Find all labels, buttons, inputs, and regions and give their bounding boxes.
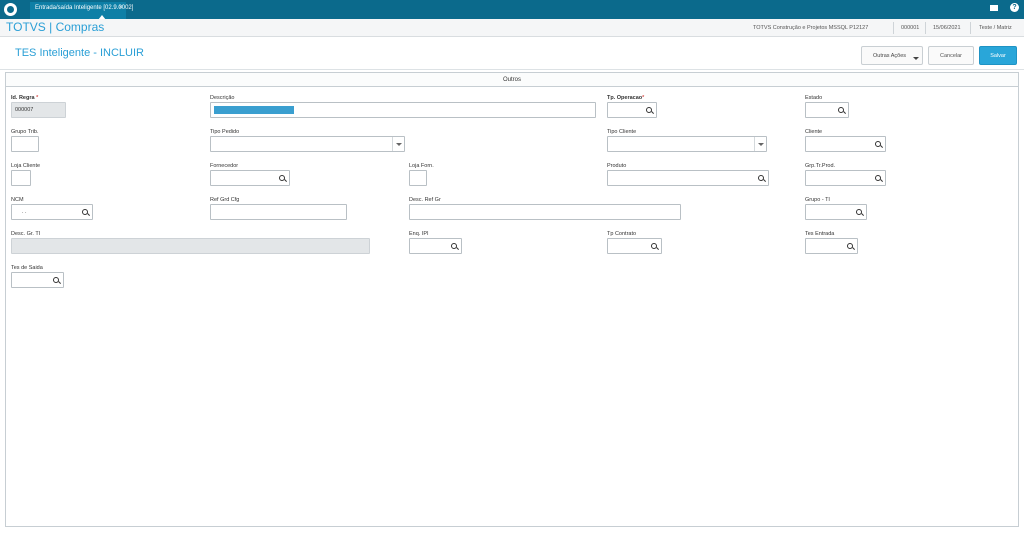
chevron-down-icon: [913, 57, 919, 60]
id-regra-label: Id. Regra *: [11, 95, 38, 101]
company-code: 000001: [901, 25, 920, 31]
tab-close-icon[interactable]: ×: [119, 2, 123, 14]
other-actions-label: Outras Ações: [873, 53, 907, 59]
id-regra-label-text: Id. Regra: [11, 95, 35, 101]
ref-grd-cfg-field[interactable]: [210, 204, 347, 220]
desc-gr-ti-label: Desc. Gr. TI: [11, 231, 41, 237]
required-marker: *: [36, 95, 39, 101]
required-marker: *: [642, 95, 645, 101]
text-selection: [214, 106, 294, 114]
app-brand: TOTVS | Compras: [6, 20, 105, 34]
desc-ref-gr-label: Desc. Ref Gr: [409, 197, 441, 203]
ncm-field[interactable]: . .: [11, 204, 93, 220]
grupo-ti-label: Grupo - TI: [805, 197, 830, 203]
cliente-field[interactable]: [805, 136, 886, 152]
id-regra-value: 000007: [15, 107, 34, 113]
search-icon[interactable]: [847, 243, 853, 249]
divider: [970, 22, 971, 34]
tp-contrato-field[interactable]: [607, 238, 662, 254]
grp-tr-prod-label: Grp.Tr.Prod.: [805, 163, 836, 169]
tipo-cliente-select[interactable]: [607, 136, 767, 152]
save-button[interactable]: Salvar: [979, 46, 1017, 65]
tes-saida-field[interactable]: [11, 272, 64, 288]
grupo-ti-field[interactable]: [805, 204, 867, 220]
info-bar: TOTVS | Compras TOTVS Construção e Proje…: [0, 19, 1024, 37]
company-label: TOTVS Construção e Projetos MSSQL P12127: [753, 25, 869, 31]
divider: [893, 22, 894, 34]
tp-operacao-field[interactable]: [607, 102, 657, 118]
page-title: TES Inteligente - INCLUIR: [15, 47, 144, 59]
search-icon[interactable]: [875, 141, 881, 147]
other-actions-button[interactable]: Outras Ações: [861, 46, 923, 65]
produto-field[interactable]: [607, 170, 769, 186]
search-icon[interactable]: [651, 243, 657, 249]
help-icon[interactable]: ?: [1010, 3, 1019, 12]
fornecedor-label: Fornecedor: [210, 163, 239, 169]
tes-entrada-label: Tes Entrada: [805, 231, 835, 237]
divider: [925, 22, 926, 34]
loja-cliente-field[interactable]: [11, 170, 31, 186]
ncm-label: NCM: [11, 197, 24, 203]
mail-icon[interactable]: [990, 5, 998, 11]
tp-operacao-label: Tp. Operacao*: [607, 95, 644, 101]
system-date: 15/06/2021: [933, 25, 961, 31]
grp-tr-prod-field[interactable]: [805, 170, 886, 186]
loja-cliente-label: Loja Cliente: [11, 163, 41, 169]
tes-entrada-field[interactable]: [805, 238, 858, 254]
search-icon[interactable]: [53, 277, 59, 283]
tp-contrato-label: Tp Contrato: [607, 231, 637, 237]
branch-label: Teste / Matriz: [979, 25, 1012, 31]
search-icon[interactable]: [838, 107, 844, 113]
grupo-trib-label: Grupo Trib.: [11, 129, 39, 135]
cliente-label: Cliente: [805, 129, 823, 135]
descricao-field[interactable]: [210, 102, 596, 118]
form-panel: Outros Id. Regra * 000007 Descrição Tp. …: [5, 72, 1019, 527]
chevron-down-icon[interactable]: [754, 137, 766, 151]
tp-operacao-label-text: Tp. Operacao: [607, 95, 643, 101]
search-icon[interactable]: [875, 175, 881, 181]
tes-saida-label: Tes de Saida: [11, 265, 43, 271]
desc-ref-gr-field[interactable]: [409, 204, 681, 220]
grupo-trib-field[interactable]: [11, 136, 39, 152]
id-regra-field: 000007: [11, 102, 66, 118]
loja-forn-label: Loja Forn.: [409, 163, 434, 169]
fornecedor-field[interactable]: [210, 170, 290, 186]
search-icon[interactable]: [82, 209, 88, 215]
ref-grd-cfg-label: Ref Grd Cfg: [210, 197, 240, 203]
chevron-down-icon[interactable]: [392, 137, 404, 151]
tab-entrada-saida[interactable]: Entrada/saída Inteligente [02.9.0002] ×: [30, 2, 133, 20]
enq-ipi-label: Enq. IPI: [409, 231, 429, 237]
ncm-mask: . .: [22, 209, 27, 215]
section-header[interactable]: Outros: [6, 73, 1018, 87]
cancel-button[interactable]: Cancelar: [928, 46, 974, 65]
loja-forn-field[interactable]: [409, 170, 427, 186]
tipo-cliente-label: Tipo Cliente: [607, 129, 637, 135]
top-bar: Entrada/saída Inteligente [02.9.0002] × …: [0, 0, 1024, 20]
enq-ipi-field[interactable]: [409, 238, 462, 254]
totvs-logo[interactable]: [4, 3, 17, 16]
section-title: Outros: [502, 77, 521, 83]
search-icon[interactable]: [758, 175, 764, 181]
search-icon[interactable]: [279, 175, 285, 181]
desc-gr-ti-field: [11, 238, 370, 254]
search-icon[interactable]: [646, 107, 652, 113]
produto-label: Produto: [607, 163, 627, 169]
search-icon[interactable]: [856, 209, 862, 215]
estado-label: Estado: [805, 95, 823, 101]
search-icon[interactable]: [451, 243, 457, 249]
descricao-label: Descrição: [210, 95, 235, 101]
estado-field[interactable]: [805, 102, 849, 118]
tipo-pedido-label: Tipo Pedido: [210, 129, 240, 135]
tipo-pedido-select[interactable]: [210, 136, 405, 152]
